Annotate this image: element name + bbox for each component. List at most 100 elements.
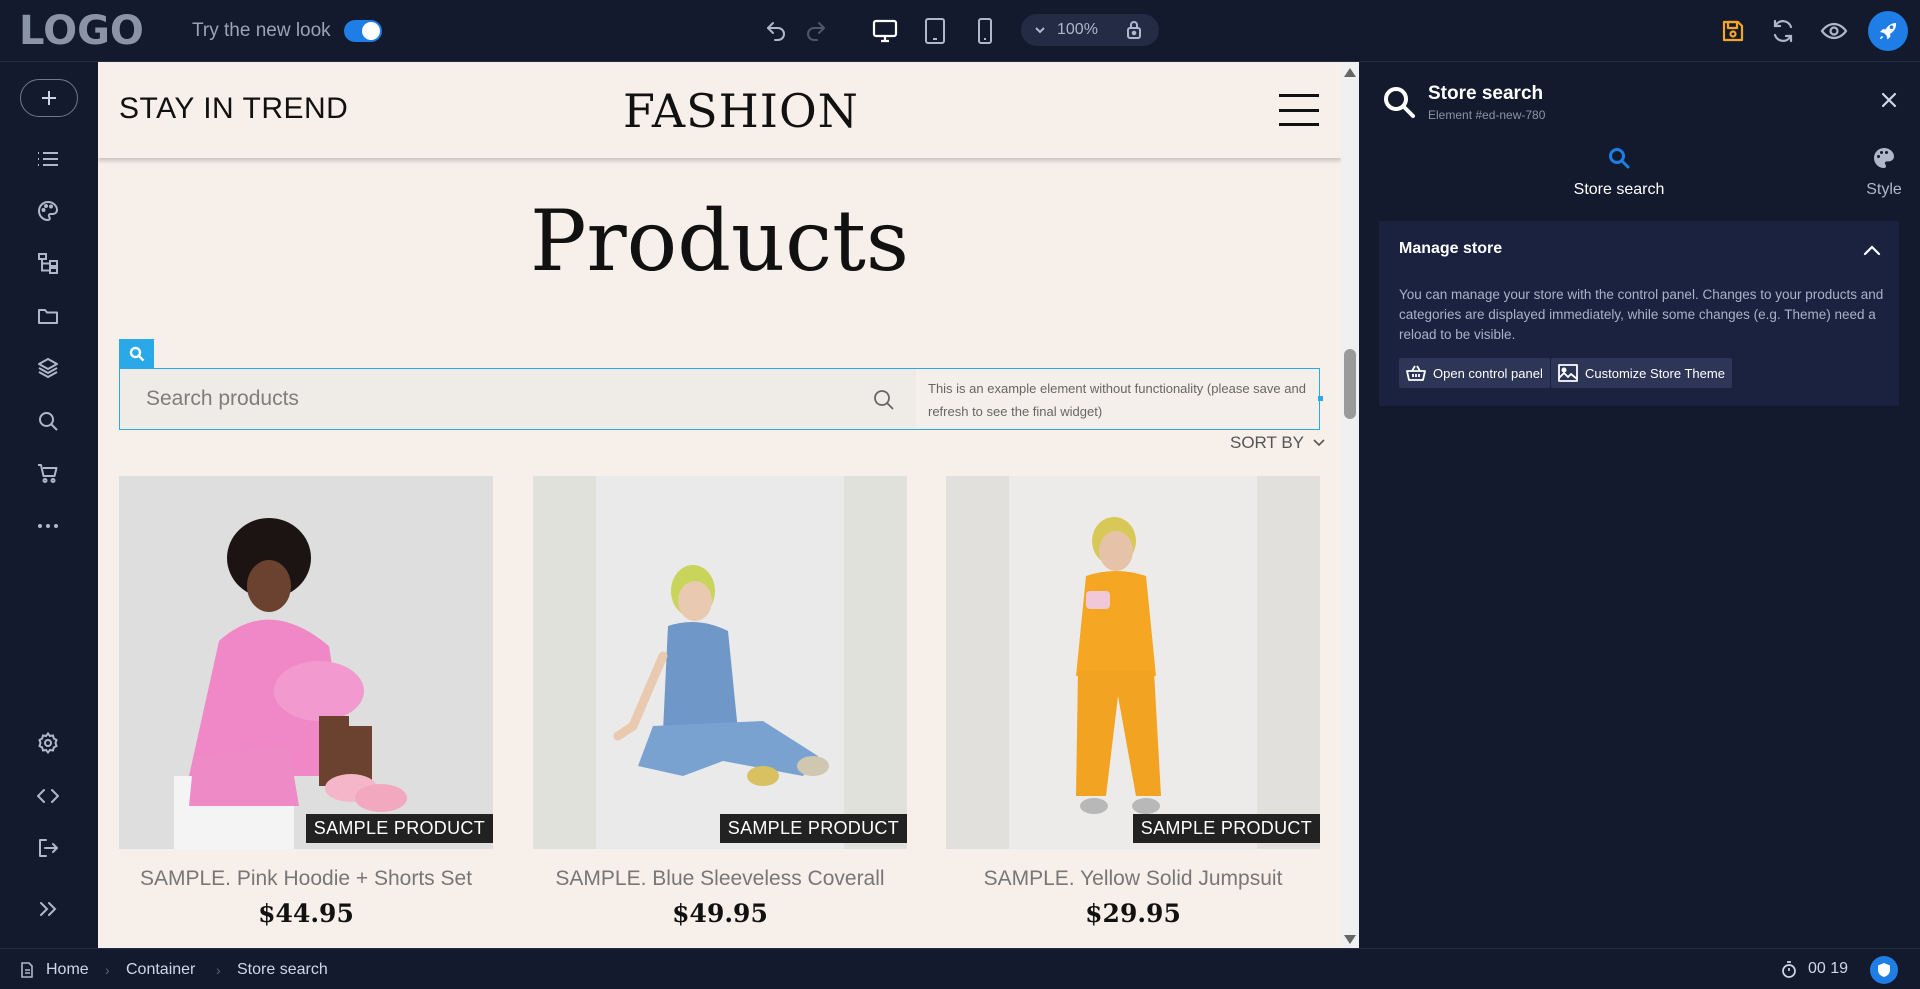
breadcrumb-store-search[interactable]: Store search — [237, 961, 328, 979]
panel-subtitle: Element #ed-new-780 — [1428, 108, 1546, 122]
manage-store-section: Manage store You can manage your store w… — [1379, 221, 1899, 406]
sidebar-item-settings[interactable] — [33, 728, 63, 758]
tablet-view-button[interactable] — [918, 14, 952, 48]
search-icon — [39, 412, 58, 431]
app-logo: LOGO — [19, 8, 144, 54]
product-name[interactable]: SAMPLE. Yellow Solid Jumpsuit — [946, 867, 1320, 891]
breadcrumb-separator: › — [105, 962, 110, 978]
product-price: $49.95 — [672, 899, 768, 928]
sidebar-item-more[interactable] — [33, 511, 63, 541]
sort-by-dropdown[interactable]: SORT BY — [1230, 433, 1326, 453]
product-image[interactable]: SAMPLE PRODUCT — [119, 476, 493, 849]
product-card[interactable]: SAMPLE PRODUCT SAMPLE. Blue Sleeveless C… — [533, 476, 907, 928]
product-price: $29.95 — [1085, 899, 1181, 928]
publish-button[interactable] — [1868, 11, 1908, 51]
new-look-toggle[interactable] — [344, 20, 382, 42]
button-label: Open control panel — [1433, 365, 1543, 381]
eye-icon — [1820, 22, 1848, 40]
breadcrumb-container[interactable]: Container — [126, 961, 195, 979]
open-control-panel-button[interactable]: Open control panel — [1399, 358, 1550, 388]
resize-handle[interactable] — [1318, 396, 1323, 401]
zoom-level: 100% — [1057, 21, 1098, 38]
scrollbar-thumb[interactable] — [1344, 349, 1356, 419]
search-icon[interactable] — [872, 388, 896, 412]
mobile-view-button[interactable] — [968, 14, 1002, 48]
refresh-button[interactable] — [1766, 14, 1800, 48]
palette-icon — [38, 200, 59, 222]
sample-badge: SAMPLE PRODUCT — [1132, 814, 1320, 843]
security-button[interactable] — [1870, 956, 1898, 984]
lock-icon[interactable] — [1125, 20, 1143, 40]
sidebar-item-files[interactable] — [33, 301, 63, 331]
desktop-view-button[interactable] — [868, 14, 902, 48]
chevron-up-icon[interactable] — [1863, 244, 1881, 256]
breadcrumb-home[interactable]: Home — [46, 961, 89, 979]
search-input[interactable] — [120, 369, 916, 429]
sidebar-item-pages[interactable] — [33, 144, 63, 174]
customize-store-theme-button[interactable]: Customize Store Theme — [1551, 358, 1732, 388]
rocket-icon — [1880, 23, 1897, 40]
chevron-down-icon — [1313, 439, 1326, 447]
product-image[interactable]: SAMPLE PRODUCT — [946, 476, 1320, 849]
save-icon — [1722, 20, 1744, 42]
page-icon — [21, 962, 33, 978]
sidebar-item-logout[interactable] — [33, 833, 63, 863]
image-icon — [1558, 364, 1578, 382]
shield-icon — [1878, 963, 1890, 977]
undo-icon — [767, 22, 785, 41]
scroll-down-arrow[interactable] — [1344, 935, 1356, 944]
breadcrumb-separator: › — [216, 962, 221, 978]
product-name[interactable]: SAMPLE. Blue Sleeveless Coverall — [533, 867, 907, 891]
refresh-icon — [1773, 19, 1793, 43]
selected-element-tag[interactable] — [119, 339, 154, 368]
sample-badge: SAMPLE PRODUCT — [305, 814, 493, 843]
panel-title: Store search — [1428, 83, 1544, 104]
desktop-icon — [872, 19, 898, 43]
zoom-control[interactable]: 100% — [1021, 14, 1159, 46]
redo-button[interactable] — [799, 14, 833, 48]
undo-button[interactable] — [759, 14, 793, 48]
sidebar-item-structure[interactable] — [33, 248, 63, 278]
save-button[interactable] — [1716, 14, 1750, 48]
logout-icon — [39, 839, 58, 857]
product-card[interactable]: SAMPLE PRODUCT SAMPLE. Pink Hoodie + Sho… — [119, 476, 493, 928]
sidebar-item-store[interactable] — [33, 458, 63, 488]
chevron-down-icon — [1035, 27, 1045, 34]
scroll-up-arrow[interactable] — [1344, 68, 1356, 77]
plus-icon — [42, 91, 56, 105]
sidebar-item-design[interactable] — [33, 196, 63, 226]
add-element-button[interactable] — [20, 79, 78, 117]
sidebar-expand-button[interactable] — [33, 894, 63, 924]
site-brand: FASHION — [623, 84, 859, 138]
product-name[interactable]: SAMPLE. Pink Hoodie + Shorts Set — [119, 867, 493, 891]
hamburger-menu-icon[interactable] — [1279, 94, 1319, 126]
search-icon — [1609, 148, 1630, 169]
bottom-bar: Home › Container › Store search 00 19 — [0, 948, 1920, 989]
tab-label: Style — [1866, 181, 1902, 198]
canvas-scrollbar[interactable] — [1341, 62, 1359, 948]
sidebar-item-code[interactable] — [33, 781, 63, 811]
product-image[interactable]: SAMPLE PRODUCT — [533, 476, 907, 849]
double-chevron-right-icon — [40, 902, 57, 916]
session-timer: 00 19 — [1808, 960, 1849, 977]
store-search-widget[interactable]: This is an example element without funct… — [119, 368, 1320, 430]
sitemap-icon — [38, 253, 58, 274]
page-title: Products — [529, 192, 910, 290]
more-icon — [38, 524, 58, 528]
new-look-label: Try the new look — [192, 20, 331, 41]
layers-icon — [38, 358, 58, 378]
sidebar-item-layers[interactable] — [33, 353, 63, 383]
site-tagline: STAY IN TREND — [119, 92, 349, 125]
tab-style[interactable]: Style — [1784, 146, 1920, 199]
site-header: STAY IN TREND FASHION — [98, 62, 1341, 158]
tab-store-search[interactable]: Store search — [1519, 146, 1719, 199]
section-title[interactable]: Manage store — [1399, 240, 1502, 258]
section-description: You can manage your store with the contr… — [1399, 287, 1884, 342]
basket-icon — [1406, 365, 1426, 381]
product-price: $44.95 — [258, 899, 354, 928]
close-icon[interactable] — [1881, 92, 1897, 108]
properties-panel: Store search Element #ed-new-780 Store s… — [1359, 62, 1920, 948]
sidebar-item-search[interactable] — [33, 406, 63, 436]
product-card[interactable]: SAMPLE PRODUCT SAMPLE. Yellow Solid Jump… — [946, 476, 1320, 928]
preview-button[interactable] — [1817, 14, 1851, 48]
